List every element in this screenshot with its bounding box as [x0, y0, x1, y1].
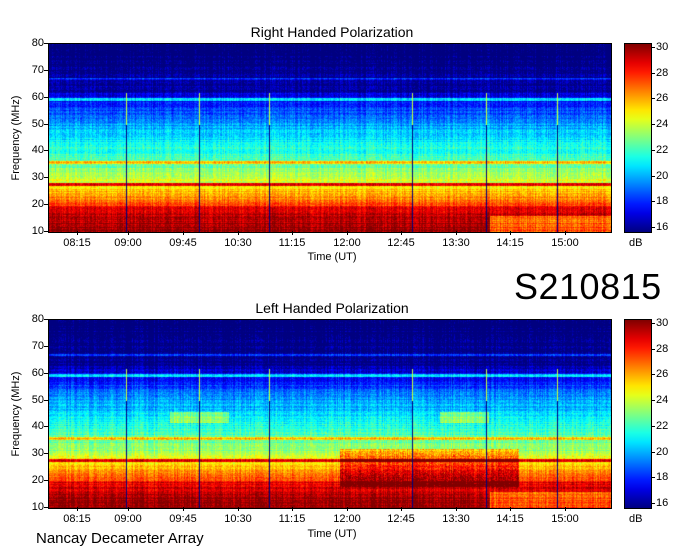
x-tick-mark [347, 507, 348, 511]
spectrogram-plot [48, 319, 612, 509]
x-tick-label: 09:45 [169, 513, 197, 525]
x-tick-label: 13:30 [442, 513, 470, 525]
y-tick-mark [44, 345, 48, 347]
y-tick-mark [44, 319, 48, 320]
y-tick-mark [44, 480, 48, 482]
colorbar-tick-label: 18 [656, 471, 669, 484]
x-tick-label: 09:00 [114, 513, 142, 525]
y-tick-mark [44, 453, 48, 455]
x-tick-mark [292, 507, 293, 511]
x-tick-label: 12:00 [333, 513, 361, 525]
colorbar-tick-label: 20 [656, 445, 669, 458]
y-tick-label: 20 [31, 474, 44, 487]
colorbar-tick-label: 26 [656, 368, 669, 381]
colorbar-tick-mark [651, 425, 655, 427]
chart-title: Left Handed Polarization [255, 300, 409, 316]
y-tick-label: 80 [31, 313, 44, 325]
left-polarization-panel: Left Handed Polarization 80 70 60 50 40 30 20 1… [0, 0, 680, 552]
colorbar-tick-mark [651, 348, 655, 350]
y-axis-label: Frequency (MHz) [10, 371, 22, 457]
footer-label: Nancay Decameter Array [36, 530, 204, 547]
spectrogram-canvas [49, 320, 611, 508]
y-tick-label: 10 [31, 501, 44, 513]
y-tick-mark [44, 507, 48, 508]
x-tick-mark [128, 507, 129, 511]
y-tick-mark [44, 372, 48, 374]
y-tick-label: 70 [31, 339, 44, 352]
x-tick-label: 14:15 [496, 513, 524, 525]
colorbar-tick-mark [651, 400, 655, 402]
x-tick-mark [565, 507, 566, 511]
colorbar-tick-mark [651, 451, 655, 453]
colorbar [624, 319, 652, 509]
colorbar-tick-mark [651, 374, 655, 376]
x-tick-label: 11:15 [278, 513, 306, 525]
colorbar-tick-label: 24 [656, 394, 669, 407]
x-axis-label: Time (UT) [307, 528, 357, 540]
x-tick-mark [238, 507, 239, 511]
y-tick-mark [44, 399, 48, 401]
x-tick-mark [77, 507, 78, 511]
x-tick-mark [510, 507, 511, 511]
colorbar-unit: dB [629, 513, 643, 525]
x-tick-mark [401, 507, 402, 511]
x-tick-label: 15:00 [551, 513, 579, 525]
colorbar-tick-label: 30 [656, 316, 669, 329]
colorbar-tick-mark [651, 322, 655, 324]
y-tick-mark [44, 426, 48, 428]
x-tick-label: 10:30 [224, 513, 252, 525]
colorbar-tick-label: 16 [656, 497, 669, 510]
x-tick-mark [456, 507, 457, 511]
x-tick-label: 12:45 [387, 513, 415, 525]
x-tick-mark [183, 507, 184, 511]
colorbar-tick-mark [651, 503, 655, 505]
colorbar-tick-label: 28 [656, 342, 669, 355]
colorbar-tick-mark [651, 477, 655, 479]
x-tick-label: 08:15 [63, 513, 91, 525]
colorbar-tick-label: 22 [656, 419, 669, 432]
